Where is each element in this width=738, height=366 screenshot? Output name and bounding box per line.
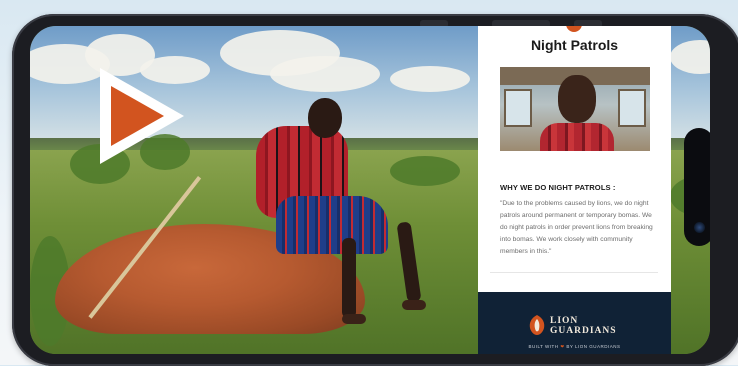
person-shuka-legs <box>276 196 388 254</box>
person-foot <box>342 314 366 324</box>
card-title: Night Patrols <box>530 37 619 53</box>
video-thumbnail[interactable] <box>500 67 650 151</box>
footer: LION GUARDIANS BUILT WITH ❤ BY LION GUAR… <box>478 292 671 354</box>
person-shin <box>342 238 356 318</box>
accent-dot <box>566 26 582 32</box>
thumbnail-person-head <box>558 75 596 123</box>
built-with-credit: BUILT WITH ❤ BY LION GUARDIANS <box>478 344 671 350</box>
section-heading: WHY WE DO NIGHT PATROLS : <box>500 183 616 192</box>
cloud <box>270 56 380 92</box>
divider <box>490 272 658 273</box>
phone-screen: Night Patrols WHY WE DO NIGHT PATROLS : … <box>30 26 710 354</box>
built-with-prefix: BUILT WITH <box>528 344 559 349</box>
heart-icon: ❤ <box>560 344 565 349</box>
lion-guardians-logo-icon[interactable] <box>528 314 546 336</box>
play-triangle-icon[interactable] <box>92 62 192 170</box>
logo-text[interactable]: LION GUARDIANS <box>550 316 617 336</box>
thumbnail-window <box>618 89 646 127</box>
info-card: Night Patrols WHY WE DO NIGHT PATROLS : … <box>478 26 671 354</box>
thumbnail-window <box>504 89 532 127</box>
bush <box>390 156 460 186</box>
cloud <box>390 66 470 92</box>
section-body: "Due to the problems caused by lions, we… <box>500 200 653 255</box>
camera-lens-icon <box>694 222 705 233</box>
logo-line-1: LION <box>550 316 579 326</box>
person-foot <box>402 300 426 310</box>
built-with-suffix: BY LION GUARDIANS <box>566 344 621 349</box>
logo-line-2: GUARDIANS <box>550 326 617 336</box>
person-head <box>308 98 342 138</box>
camera-pill <box>684 128 710 246</box>
thumbnail-person-shirt <box>540 123 614 151</box>
